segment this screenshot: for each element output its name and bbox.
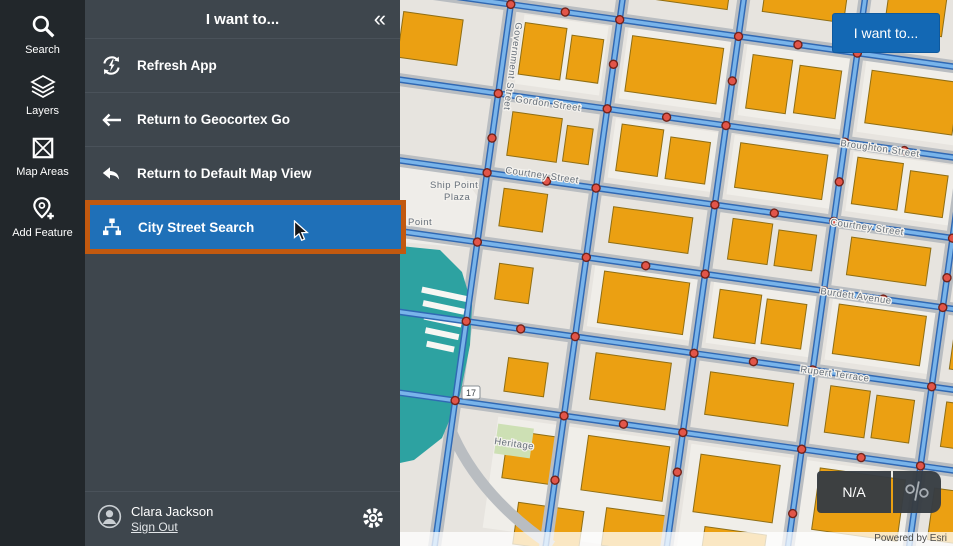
menu-item-city-street-search[interactable]: City Street Search bbox=[85, 200, 406, 254]
basemap: 17 Government Street Gordon Street Court… bbox=[400, 0, 953, 546]
search-icon bbox=[30, 13, 56, 39]
sidebar-item-search[interactable]: Search bbox=[0, 4, 87, 65]
user-footer: Clara Jackson Sign Out bbox=[85, 491, 400, 546]
arrow-left-icon bbox=[99, 112, 123, 128]
refresh-icon bbox=[99, 55, 123, 76]
gear-icon bbox=[360, 519, 386, 534]
i-want-to-menu: Refresh App Return to Geocortex Go Retur… bbox=[85, 38, 400, 491]
undo-arrow-icon bbox=[99, 165, 123, 183]
menu-item-label: Refresh App bbox=[137, 58, 217, 73]
user-avatar-icon bbox=[97, 504, 122, 534]
sidebar-item-map-areas[interactable]: Map Areas bbox=[0, 126, 87, 187]
map-attribution: Powered by Esri bbox=[400, 532, 953, 546]
menu-item-return-geocortex-go[interactable]: Return to Geocortex Go bbox=[85, 92, 400, 146]
user-name: Clara Jackson bbox=[131, 504, 213, 519]
sidebar-item-label: Layers bbox=[26, 105, 59, 117]
i-want-to-panel: I want to... « Refresh App Return to Geo… bbox=[85, 0, 400, 546]
sidebar-item-label: Add Feature bbox=[12, 227, 73, 239]
svg-text:17: 17 bbox=[466, 388, 476, 398]
panel-header: I want to... « bbox=[85, 0, 400, 38]
sidebar-item-label: Map Areas bbox=[16, 166, 69, 178]
sitemap-icon bbox=[100, 217, 124, 237]
user-block: Clara Jackson Sign Out bbox=[131, 504, 213, 534]
settings-button[interactable] bbox=[358, 503, 388, 536]
street-label: Plaza bbox=[444, 192, 470, 203]
route-shield: 17 bbox=[462, 386, 480, 399]
street-label: Ship Point bbox=[430, 180, 478, 191]
geocortex-app: Search Layers Map Areas Add Feature I wa… bbox=[0, 0, 953, 546]
collapse-panel-button[interactable]: « bbox=[370, 2, 390, 36]
sign-out-link[interactable]: Sign Out bbox=[131, 520, 213, 534]
map-container[interactable]: 17 Government Street Gordon Street Court… bbox=[400, 0, 953, 546]
status-box: N/A bbox=[817, 471, 891, 513]
sidebar-item-label: Search bbox=[25, 44, 60, 56]
map-areas-icon bbox=[30, 135, 56, 161]
menu-item-return-default-map-view[interactable]: Return to Default Map View bbox=[85, 146, 400, 200]
menu-item-label: Return to Default Map View bbox=[137, 166, 312, 181]
sidebar-item-add-feature[interactable]: Add Feature bbox=[0, 187, 87, 248]
sketch-toggle-button[interactable] bbox=[893, 471, 941, 513]
menu-item-label: City Street Search bbox=[138, 220, 254, 235]
toolbar-sidebar: Search Layers Map Areas Add Feature bbox=[0, 0, 85, 546]
layers-icon bbox=[30, 74, 56, 100]
sidebar-item-layers[interactable]: Layers bbox=[0, 65, 87, 126]
compass-icon bbox=[900, 476, 934, 509]
street-label: Point bbox=[408, 217, 432, 228]
menu-item-label: Return to Geocortex Go bbox=[137, 112, 290, 127]
add-feature-pin-icon bbox=[30, 196, 56, 222]
i-want-to-button[interactable]: I want to... bbox=[832, 13, 940, 53]
panel-title: I want to... bbox=[206, 11, 279, 28]
menu-item-refresh-app[interactable]: Refresh App bbox=[85, 38, 400, 92]
